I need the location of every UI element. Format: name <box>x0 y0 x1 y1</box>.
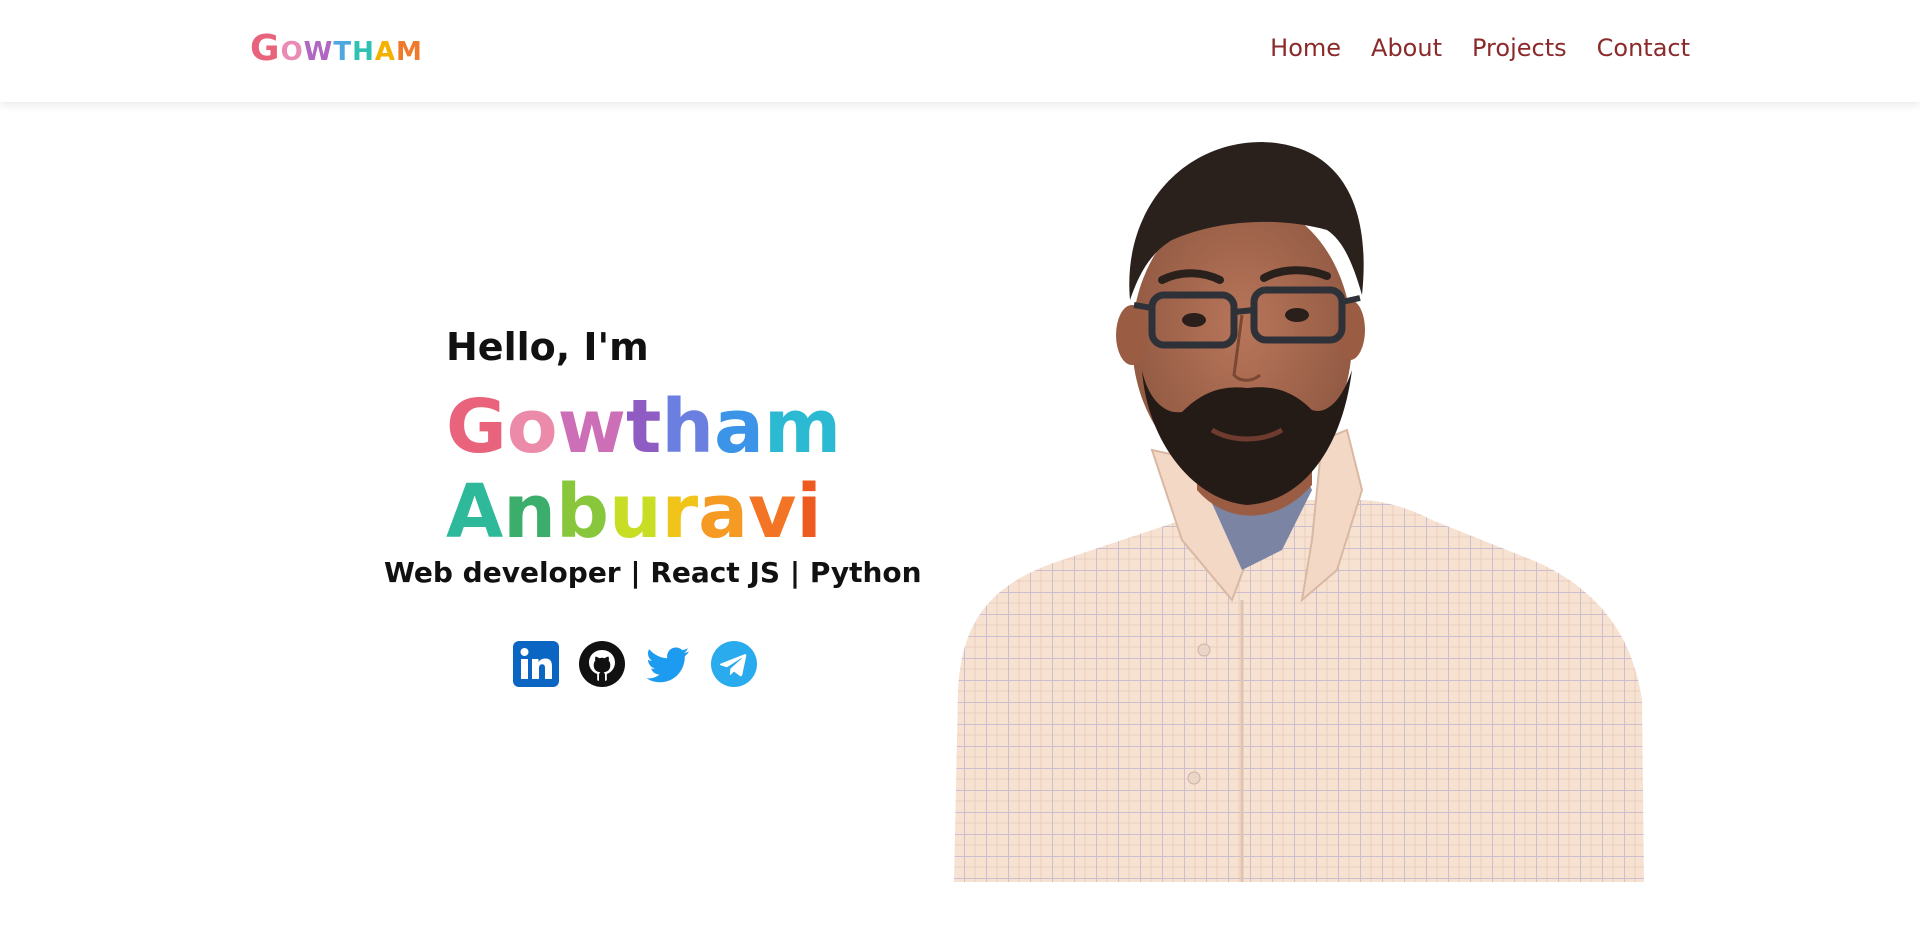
first-name-letter: h <box>661 384 715 470</box>
last-name-letter: A <box>446 469 504 555</box>
logo[interactable]: GOWTHAM <box>250 28 423 69</box>
hero-tagline: Web developer | React JS | Python <box>384 556 922 589</box>
navbar: GOWTHAM Home About Projects Contact <box>0 0 1920 102</box>
social-links <box>512 640 758 688</box>
first-name-letter: G <box>446 384 507 470</box>
github-icon[interactable] <box>578 640 626 688</box>
telegram-icon[interactable] <box>710 640 758 688</box>
first-name-letter: t <box>625 384 662 470</box>
nav-link-contact[interactable]: Contact <box>1597 34 1690 62</box>
hero-last-name: Anburavi <box>446 475 822 549</box>
first-name-letter: m <box>763 384 842 470</box>
last-name-letter: v <box>748 469 797 555</box>
last-name-letter: u <box>608 469 662 555</box>
linkedin-icon[interactable] <box>512 640 560 688</box>
last-name-letter: r <box>661 469 699 555</box>
logo-letter: O <box>280 37 304 67</box>
nav-link-home[interactable]: Home <box>1270 34 1341 62</box>
twitter-icon[interactable] <box>644 640 692 688</box>
profile-photo <box>954 142 1644 882</box>
last-name-letter: n <box>503 469 556 555</box>
first-name-letter: w <box>557 384 626 470</box>
last-name-letter: a <box>698 469 749 555</box>
hero-greeting: Hello, I'm <box>446 325 649 369</box>
logo-letter: H <box>352 37 375 67</box>
hero-first-name: Gowtham <box>446 390 841 464</box>
logo-letter: G <box>250 28 281 69</box>
last-name-letter: i <box>796 469 822 555</box>
last-name-letter: b <box>555 469 609 555</box>
nav-menu: Home About Projects Contact <box>1270 34 1690 62</box>
first-name-letter: o <box>506 384 558 470</box>
logo-letter: M <box>396 37 423 67</box>
logo-letter: W <box>303 37 334 67</box>
logo-letter: T <box>333 37 353 67</box>
nav-link-projects[interactable]: Projects <box>1472 34 1567 62</box>
first-name-letter: a <box>714 384 764 470</box>
logo-letter: A <box>374 37 396 67</box>
nav-link-about[interactable]: About <box>1371 34 1442 62</box>
